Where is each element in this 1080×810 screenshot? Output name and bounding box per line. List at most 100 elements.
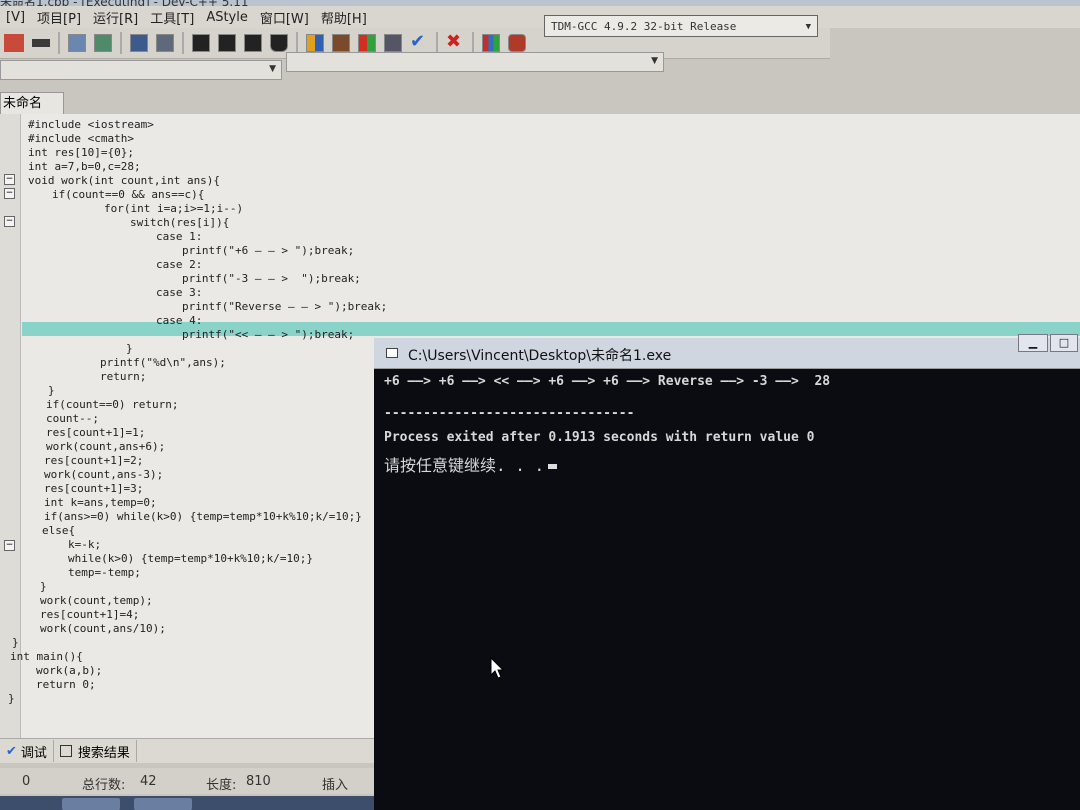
status-length-value: 810 [246,774,271,789]
code-line: } [12,636,19,649]
code-line: #include <iostream> [28,118,154,131]
chevron-down-icon: ▼ [269,64,276,74]
code-line: for(int i=a;i>=1;i--) [104,202,244,215]
status-bar: 0 总行数: 42 长度: 810 插入 [0,768,380,794]
code-line: } [8,692,15,705]
code-line: } [48,384,55,397]
toolbar-separator [472,32,474,54]
maximize-button[interactable]: □ [1050,334,1078,352]
chevron-down-icon: ▼ [651,56,658,66]
status-mode: 插入 [322,778,349,793]
compiler-select[interactable]: TDM-GCC 4.9.2 32-bit Release ▼ [544,15,818,37]
code-line: int res[10]={0}; [28,146,134,159]
toolbar-separator [182,32,184,54]
search-icon [59,745,72,757]
menu-run[interactable]: 运行[R] [87,8,144,27]
profile-icon[interactable] [508,34,526,52]
console-output-line: +6 ——> +6 ——> << ——> +6 ——> +6 ——> Rever… [384,374,831,389]
console-window[interactable]: C:\Users\Vincent\Desktop\未命名1.exe ▁ □ +6… [374,334,1080,810]
text-cursor [548,464,558,469]
code-line: } [40,580,47,593]
indent-icon[interactable] [192,34,210,52]
code-line: count--; [46,412,99,425]
member-combo[interactable]: ▼ [286,52,664,72]
taskbar-button[interactable] [134,798,192,810]
tab-debug[interactable]: ✔ 调试 [0,740,54,762]
menu-view[interactable]: [V] [0,10,31,25]
fold-toggle-icon[interactable]: − [4,174,15,185]
code-line: if(count==0 && ans==c){ [52,188,205,201]
code-line: res[count+1]=2; [44,454,144,467]
code-line: while(k>0) {temp=temp*10+k%10;k/=10;} [68,552,314,565]
code-line: res[count+1]=4; [40,608,140,621]
stop-icon[interactable]: ✖ [446,33,464,52]
code-line: printf("-3 — — > ");break; [182,272,361,285]
menu-project[interactable]: 项目[P] [31,8,87,27]
fold-toggle-icon[interactable]: − [4,188,15,199]
code-line: #include <cmath> [28,132,134,145]
redo-icon[interactable] [32,39,50,47]
code-line: work(count,ans-3); [44,468,164,481]
chevron-down-icon: ▼ [805,22,811,32]
code-line: work(count,ans+6); [46,440,166,453]
code-line: work(count,ans/10); [40,622,166,635]
unindent-icon[interactable] [218,34,236,52]
toolbar-separator [120,32,122,54]
compile-icon[interactable] [306,34,324,52]
run-icon[interactable] [332,34,350,52]
code-line: printf("<< — — > ");break; [182,328,355,341]
console-process-line: Process exited after 0.1913 seconds with… [384,430,815,445]
find-icon[interactable] [68,34,86,52]
console-prompt: 请按任意键继续. . . [384,452,558,476]
code-line: printf("%d\n",ans); [100,356,226,369]
file-tab[interactable]: 未命名1.cpp [0,92,64,133]
menu-astyle[interactable]: AStyle [200,10,254,25]
compiler-select-value: TDM-GCC 4.9.2 32-bit Release [551,20,737,33]
code-line: k=-k; [68,538,102,551]
menu-bar: [V] 项目[P] 运行[R] 工具[T] AStyle 窗口[W] 帮助[H] [0,6,1080,28]
code-line: temp=-temp; [68,566,141,579]
code-line: int k=ans,temp=0; [44,496,157,509]
undo-icon[interactable] [4,34,24,52]
taskbar-button[interactable] [62,798,120,810]
bookmark-icon[interactable] [270,34,288,52]
new-class-icon[interactable] [130,34,148,52]
code-line: case 3: [156,286,203,299]
menu-tools[interactable]: 工具[T] [144,8,200,27]
fold-toggle-icon[interactable]: − [4,540,15,551]
console-title: C:\Users\Vincent\Desktop\未命名1.exe [408,348,672,364]
fold-toggle-icon[interactable]: − [4,216,15,227]
console-prompt-text: 请按任意键继续. . . [384,456,545,475]
toggle-comment-icon[interactable] [244,34,262,52]
minimize-button[interactable]: ▁ [1018,334,1048,352]
console-separator: -------------------------------- [384,406,635,421]
status-total-value: 42 [140,774,157,789]
status-col: 0 [22,774,31,789]
code-line: case 4: [156,314,203,327]
code-line: return 0; [36,678,96,691]
tab-search-results[interactable]: 搜索结果 [54,740,137,762]
code-line: res[count+1]=1; [46,426,146,439]
code-line: int a=7,b=0,c=28; [28,160,141,173]
status-length-label: 长度: [206,778,237,793]
replace-icon[interactable] [94,34,112,52]
toolbar-separator [58,32,60,54]
check-icon[interactable]: ✔ [410,33,428,52]
code-line: if(count==0) return; [46,398,179,411]
class-browser-icon[interactable] [156,34,174,52]
check-icon: ✔ [6,743,17,759]
menu-window[interactable]: 窗口[W] [254,8,315,27]
code-line: int main(){ [10,650,83,663]
code-line: switch(res[i]){ [130,216,230,229]
code-line: case 2: [156,258,203,271]
compile-run-icon[interactable] [358,34,376,52]
class-combo[interactable]: ▼ [0,60,282,80]
mouse-pointer-icon [490,657,505,679]
chart-icon[interactable] [482,34,500,52]
menu-help[interactable]: 帮助[H] [315,8,373,27]
tab-debug-label: 调试 [20,745,47,761]
rebuild-icon[interactable] [384,34,402,52]
code-line: if(ans>=0) while(k>0) {temp=temp*10+k%10… [44,510,362,523]
console-titlebar[interactable]: C:\Users\Vincent\Desktop\未命名1.exe ▁ □ [374,334,1080,369]
code-line: } [126,342,133,355]
